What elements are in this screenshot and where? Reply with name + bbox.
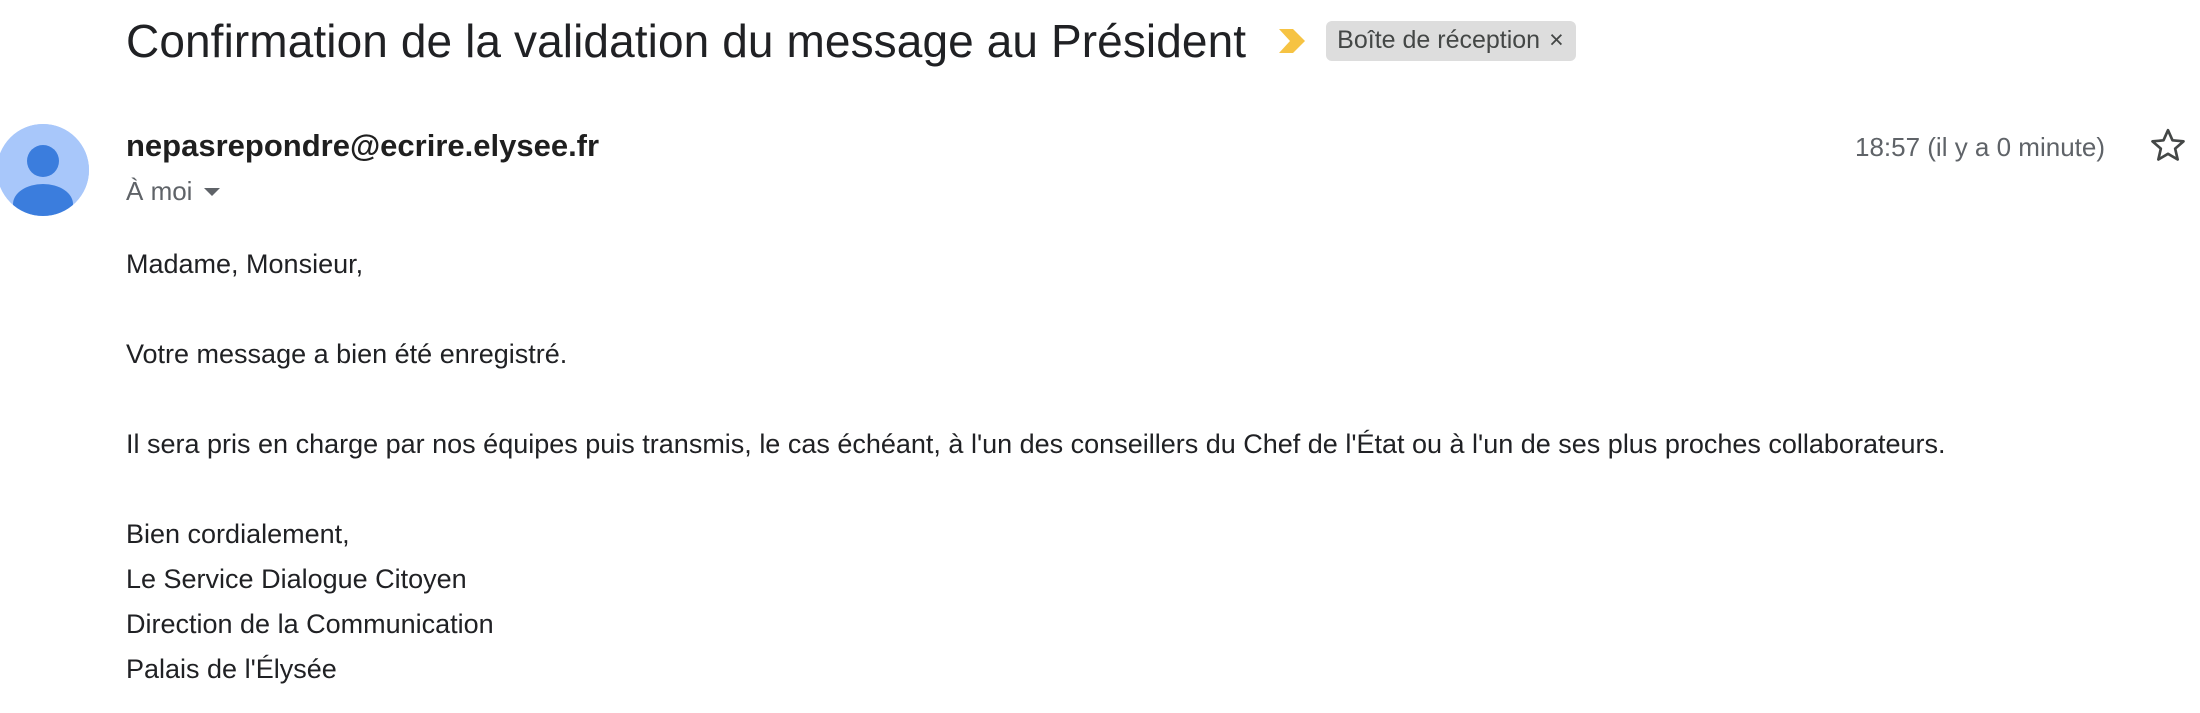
signature-line: Direction de la Communication <box>126 609 494 639</box>
email-subject: Confirmation de la validation du message… <box>126 15 1247 67</box>
signature-line: Le Service Dialogue Citoyen <box>126 564 467 594</box>
body-line-handling: Il sera pris en charge par nos équipes p… <box>126 429 1946 459</box>
remove-label-button[interactable]: × <box>1549 26 1564 55</box>
email-body: Madame, Monsieur, Votre message a bien é… <box>126 242 1945 692</box>
sender-address[interactable]: nepasrepondre@ecrire.elysee.fr <box>126 128 599 164</box>
chevron-down-icon <box>204 187 221 196</box>
inbox-label-text: Boîte de réception <box>1337 26 1541 54</box>
recipient-label: À moi <box>126 176 193 206</box>
signature-line: Palais de l'Élysée <box>126 654 337 684</box>
inbox-label-chip[interactable]: Boîte de réception × <box>1326 21 1576 61</box>
body-signoff: Bien cordialement, <box>126 519 350 549</box>
body-greeting: Madame, Monsieur, <box>126 249 364 279</box>
subject-row: Confirmation de la validation du message… <box>126 14 1576 68</box>
default-avatar-icon <box>0 124 89 216</box>
body-line-registered: Votre message a bien été enregistré. <box>126 339 568 369</box>
star-icon[interactable] <box>2148 126 2188 166</box>
recipient-details-toggle[interactable]: À moi <box>126 176 221 207</box>
importance-marker-icon[interactable] <box>1276 26 1308 56</box>
email-timestamp: 18:57 (il y a 0 minute) <box>1854 132 2105 162</box>
